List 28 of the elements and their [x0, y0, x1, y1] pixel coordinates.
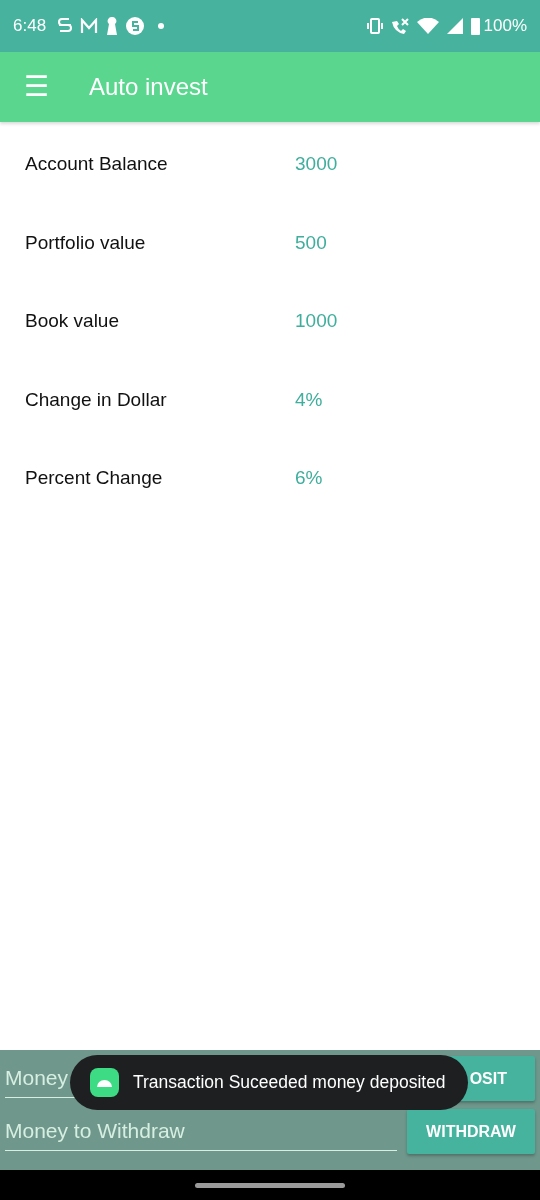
android-icon: [90, 1068, 119, 1097]
field-label: Percent Change: [25, 466, 164, 490]
signal-icon: [446, 18, 463, 34]
battery-percent: 100%: [483, 15, 527, 38]
field-label: Portfolio value: [25, 230, 147, 255]
battery-icon: [470, 17, 480, 35]
field-value: 4%: [295, 387, 323, 412]
phone-icon: [390, 17, 409, 35]
dot-icon: [158, 23, 165, 29]
keyhole-icon: [106, 17, 119, 35]
field-value: 1000: [295, 309, 338, 333]
vibrate-icon: [366, 18, 383, 34]
app-title: Auto invest: [89, 72, 208, 102]
s-circle-icon: [126, 17, 145, 35]
field-value: 6%: [295, 466, 323, 490]
withdraw-amount-field[interactable]: Money to Withdraw: [5, 1112, 397, 1151]
withdraw-button[interactable]: WITHDRAW: [407, 1109, 535, 1154]
home-handle[interactable]: [195, 1182, 345, 1188]
menu-button[interactable]: ☰: [24, 73, 49, 101]
field-label: Change in Dollar: [25, 387, 168, 412]
status-time: 6:48: [13, 15, 47, 38]
field-value: 3000: [295, 152, 338, 176]
s-logo-icon: [58, 17, 73, 35]
mail-icon: [80, 18, 99, 34]
field-label: Account Balance: [25, 152, 169, 176]
wifi-icon: [416, 18, 439, 34]
field-value: 500: [295, 230, 327, 255]
field-label: Book value: [25, 309, 120, 333]
